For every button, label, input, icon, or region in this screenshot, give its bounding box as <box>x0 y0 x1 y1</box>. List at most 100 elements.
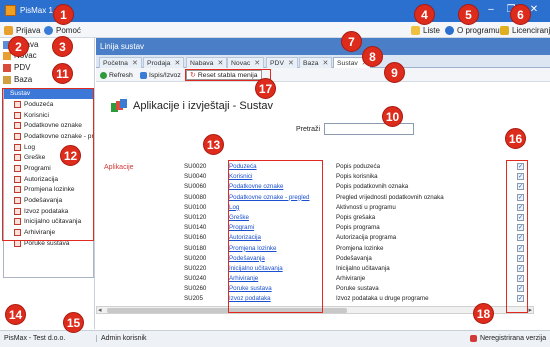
tab-pocetna[interactable]: Početna ✕ <box>99 57 142 68</box>
tree-item[interactable]: Poduzeća <box>4 99 93 110</box>
app-checkbox[interactable]: ✓ <box>517 224 524 232</box>
app-link[interactable]: Autorizacija <box>229 234 261 241</box>
app-checkbox[interactable]: ✓ <box>517 295 524 303</box>
app-checkbox[interactable]: ✓ <box>517 244 524 252</box>
status-user: Admin korisnik <box>96 335 147 342</box>
nav-item-baza[interactable]: Baza <box>3 75 32 84</box>
tree-item[interactable]: Izvoz podataka <box>4 206 93 217</box>
tree-item[interactable]: Podešavanja <box>4 195 93 206</box>
app-checkbox[interactable]: ✓ <box>517 173 524 181</box>
tree-item[interactable]: Poruke sustava <box>4 238 93 249</box>
reset-menu-tree-button[interactable]: ↻ Reset stabla menija <box>186 70 262 80</box>
app-icon <box>5 5 16 16</box>
nav-pdv-icon <box>3 63 11 72</box>
tree-item[interactable]: Podatkovne oznake <box>4 120 93 131</box>
menu-liste[interactable]: Liste <box>411 24 440 36</box>
app-checkbox[interactable]: ✓ <box>517 285 524 293</box>
app-code: SU0200 <box>184 254 207 262</box>
table-row: SU0160 Autorizacija Autorizacija programa ✓ <box>184 233 524 243</box>
tree-item-label: Podešavanja <box>24 197 63 205</box>
scroll-left-icon[interactable]: ◂ <box>98 306 102 314</box>
app-checkbox[interactable]: ✓ <box>517 234 524 242</box>
tree-header-sustav[interactable]: Sustav <box>4 89 93 99</box>
scroll-right-icon[interactable]: ▸ <box>528 306 532 314</box>
app-checkbox[interactable]: ✓ <box>517 163 524 170</box>
badge-9: 9 <box>384 62 405 83</box>
app-checkbox[interactable]: ✓ <box>517 264 524 272</box>
tab-close-icon[interactable]: ✕ <box>132 60 138 67</box>
tab-close-icon[interactable]: ✕ <box>174 60 180 67</box>
menu-o-programu[interactable]: O programu <box>445 24 500 36</box>
horizontal-scrollbar[interactable]: ◂ ▸ <box>96 306 534 314</box>
key-icon <box>500 25 509 35</box>
refresh-label: Refresh <box>109 71 133 79</box>
app-link[interactable]: Korisnici <box>229 173 252 180</box>
status-bar: PisMax - Test d.o.o. Admin korisnik Nere… <box>0 330 550 347</box>
app-link[interactable]: Poruke sustava <box>229 285 272 292</box>
tree-item[interactable]: Arhiviranje <box>4 227 93 238</box>
tab-label: Sustav <box>337 60 358 67</box>
nav-item-pdv[interactable]: PDV <box>3 63 30 72</box>
tree-item-label: Izvoz podataka <box>24 207 69 215</box>
minimize-button[interactable]: – <box>483 3 499 17</box>
table-row: SU0140 Programi Popis programa ✓ <box>184 223 524 233</box>
tab-label: Novac <box>231 60 251 67</box>
menu-licenciranje[interactable]: Licenciranje <box>500 24 550 36</box>
tree-item[interactable]: Programi <box>4 163 93 174</box>
app-link[interactable]: Poduzeća <box>229 163 257 170</box>
app-link[interactable]: Log <box>229 204 239 211</box>
tab-close-icon[interactable]: ✕ <box>288 60 294 67</box>
app-checkbox[interactable]: ✓ <box>517 183 524 191</box>
tree-item[interactable]: Podatkovne oznake - pregl... <box>4 131 93 142</box>
scrollbar-thumb[interactable] <box>107 308 347 313</box>
app-link[interactable]: Greške <box>229 214 249 221</box>
menu-pomoc-label: Pomoć <box>56 25 81 35</box>
tab-nabava[interactable]: Nabava ✕ <box>186 57 228 68</box>
refresh-button[interactable]: Refresh <box>100 70 133 80</box>
badge-14: 14 <box>5 304 26 325</box>
tree-item[interactable]: Inicijalno učitavanja <box>4 217 93 228</box>
tree-item[interactable]: Korisnici <box>4 110 93 121</box>
app-code: SU0020 <box>184 163 207 170</box>
status-registration[interactable]: Neregistrirana verzija <box>470 335 546 342</box>
tab-close-icon[interactable]: ✕ <box>323 60 329 67</box>
app-checkbox[interactable]: ✓ <box>517 254 524 262</box>
form-icon <box>14 132 21 140</box>
tab-novac[interactable]: Novac ✕ <box>227 57 264 68</box>
menu-pomoc[interactable]: Pomoć <box>44 24 81 36</box>
tab-label: Nabava <box>190 60 214 67</box>
tab-baza[interactable]: Baza ✕ <box>299 57 333 68</box>
tab-close-icon[interactable]: ✕ <box>254 60 260 67</box>
app-checkbox[interactable]: ✓ <box>517 203 524 211</box>
menu-prijava[interactable]: Prijava <box>4 24 40 36</box>
app-checkbox[interactable]: ✓ <box>517 275 524 283</box>
sustav-tree: Sustav Poduzeća Korisnici Podatkovne oznak… <box>3 88 94 278</box>
tab-close-icon[interactable]: ✕ <box>217 60 223 67</box>
tab-prodaja[interactable]: Prodaja ✕ <box>143 57 185 68</box>
search-input[interactable] <box>324 123 415 135</box>
tree-item[interactable]: Autorizacija <box>4 174 93 185</box>
app-description: Poruke sustava <box>336 285 379 293</box>
badge-15: 15 <box>63 312 84 333</box>
app-checkbox[interactable]: ✓ <box>517 213 524 221</box>
form-icon <box>14 154 21 162</box>
app-link[interactable]: Inicijalno učitavanja <box>229 265 283 272</box>
app-checkbox[interactable]: ✓ <box>517 193 524 201</box>
tree-item-label: Poruke sustava <box>24 239 70 247</box>
app-link[interactable]: Podešavanja <box>229 255 265 262</box>
app-link[interactable]: Podatkovne oznake - pregled <box>229 194 310 201</box>
ispis-izvoz-button[interactable]: Ispis/Izvoz <box>140 70 181 80</box>
badge-3: 3 <box>52 36 73 57</box>
app-link[interactable]: Programi <box>229 224 254 231</box>
reset-label: Reset stabla menija <box>197 71 258 79</box>
form-icon <box>14 175 21 183</box>
badge-4: 4 <box>414 4 435 25</box>
tree-item[interactable]: Promjena lozinke <box>4 185 93 196</box>
app-link[interactable]: Promjena lozinke <box>229 245 276 252</box>
app-link[interactable]: Podatkovne oznake <box>229 183 283 190</box>
app-link[interactable]: Izvoz podataka <box>229 295 271 302</box>
nav-item-label: PDV <box>14 63 31 72</box>
app-link[interactable]: Arhiviranje <box>229 275 258 282</box>
tab-pdv[interactable]: PDV ✕ <box>266 57 298 68</box>
app-code: SU0080 <box>184 193 207 201</box>
